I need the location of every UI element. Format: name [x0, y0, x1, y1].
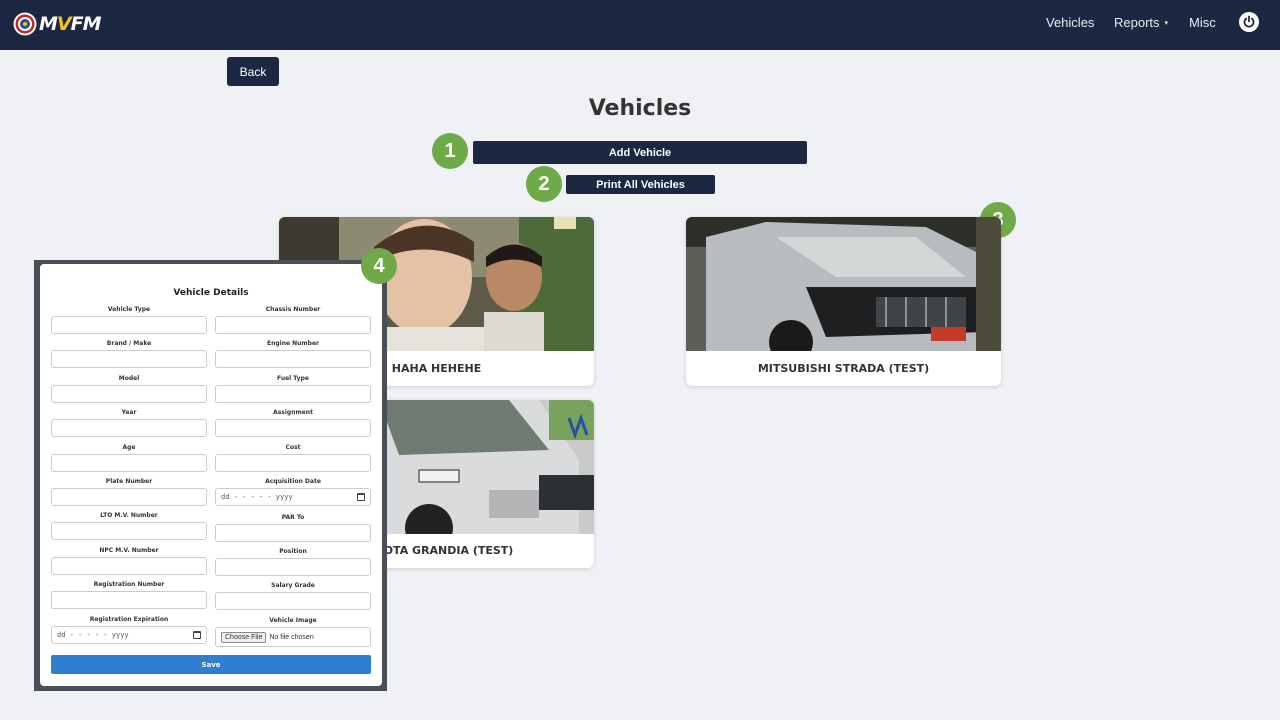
form-title: Vehicle Details — [173, 288, 249, 298]
position-input[interactable] — [215, 558, 371, 576]
vehicle-details-screenshot: Vehicle Details Vehicle Type Brand / Mak… — [34, 260, 387, 691]
npc-mv-number-label: NPC M.V. Number — [99, 547, 159, 554]
date-placeholder: dd - - - - - yyyy — [57, 631, 129, 639]
logo-emblem-icon — [13, 12, 37, 36]
nav-reports-dropdown[interactable]: Reports ▾ — [1114, 15, 1168, 30]
top-navbar: MVFM Vehicles Reports ▾ Misc — [0, 0, 1280, 50]
registration-expiration-input[interactable]: dd - - - - - yyyy — [51, 626, 207, 644]
year-input[interactable] — [51, 419, 207, 437]
vehicle-image-file-input[interactable]: Choose File No file chosen — [215, 627, 371, 647]
lto-mv-number-input[interactable] — [51, 522, 207, 540]
acquisition-date-input[interactable]: dd - - - - - yyyy — [215, 488, 371, 506]
logo-text: MVFM — [39, 13, 102, 35]
par-to-input[interactable] — [215, 524, 371, 542]
app-logo[interactable]: MVFM — [13, 11, 102, 37]
vehicle-card[interactable]: MITSUBISHI STRADA (TEST) — [686, 217, 1001, 386]
salary-grade-label: Salary Grade — [271, 582, 315, 589]
assignment-label: Assignment — [273, 409, 313, 416]
cost-label: Cost — [285, 444, 301, 451]
acquisition-date-label: Acquisition Date — [265, 478, 321, 485]
date-placeholder: dd - - - - - yyyy — [221, 493, 293, 501]
file-status: No file chosen — [269, 633, 314, 641]
choose-file-button[interactable]: Choose File — [221, 631, 267, 643]
plate-number-label: Plate Number — [105, 478, 153, 485]
lto-mv-number-label: LTO M.V. Number — [100, 512, 158, 519]
fuel-type-label: Fuel Type — [277, 375, 309, 382]
assignment-input[interactable] — [215, 419, 371, 437]
engine-number-label: Engine Number — [266, 340, 320, 347]
registration-expiration-label: Registration Expiration — [89, 616, 169, 623]
cost-input[interactable] — [215, 454, 371, 472]
vehicle-name: MITSUBISHI STRADA (TEST) — [757, 362, 930, 375]
age-input[interactable] — [51, 454, 207, 472]
position-label: Position — [279, 548, 307, 555]
plate-number-input[interactable] — [51, 488, 207, 506]
step-badge-1: 1 — [432, 133, 468, 169]
registration-number-label: Registration Number — [93, 581, 165, 588]
chassis-number-label: Chassis Number — [265, 306, 321, 313]
caret-down-icon: ▾ — [1164, 20, 1169, 27]
back-button[interactable]: Back — [227, 57, 279, 86]
nav-vehicles-link[interactable]: Vehicles — [1046, 15, 1094, 30]
model-label: Model — [118, 375, 140, 382]
chassis-number-input[interactable] — [215, 316, 371, 334]
step-badge-4: 4 — [361, 248, 397, 284]
save-button[interactable]: Save — [51, 655, 371, 674]
nav-misc-link[interactable]: Misc — [1189, 15, 1216, 30]
print-all-vehicles-button[interactable]: Print All Vehicles — [566, 175, 715, 194]
page-title: Vehicles — [588, 96, 692, 121]
vehicle-photo — [686, 217, 1001, 351]
npc-mv-number-input[interactable] — [51, 557, 207, 575]
brand-make-label: Brand / Make — [106, 340, 152, 347]
calendar-icon[interactable] — [357, 493, 365, 501]
year-label: Year — [121, 409, 137, 416]
salary-grade-input[interactable] — [215, 592, 371, 610]
nav-reports-label: Reports — [1114, 15, 1160, 30]
calendar-icon[interactable] — [193, 631, 201, 639]
vehicle-details-form: Vehicle Details Vehicle Type Brand / Mak… — [40, 264, 382, 686]
model-input[interactable] — [51, 385, 207, 403]
age-label: Age — [122, 444, 136, 451]
step-badge-2: 2 — [526, 166, 562, 202]
fuel-type-input[interactable] — [215, 385, 371, 403]
vehicle-type-input[interactable] — [51, 316, 207, 334]
engine-number-input[interactable] — [215, 350, 371, 368]
brand-make-input[interactable] — [51, 350, 207, 368]
power-icon — [1243, 15, 1255, 28]
add-vehicle-button[interactable]: Add Vehicle — [473, 141, 807, 164]
vehicle-image-label: Vehicle Image — [269, 617, 317, 624]
registration-number-input[interactable] — [51, 591, 207, 609]
par-to-label: PAR To — [281, 514, 305, 521]
power-button[interactable] — [1239, 12, 1259, 32]
vehicle-type-label: Vehicle Type — [107, 306, 151, 313]
